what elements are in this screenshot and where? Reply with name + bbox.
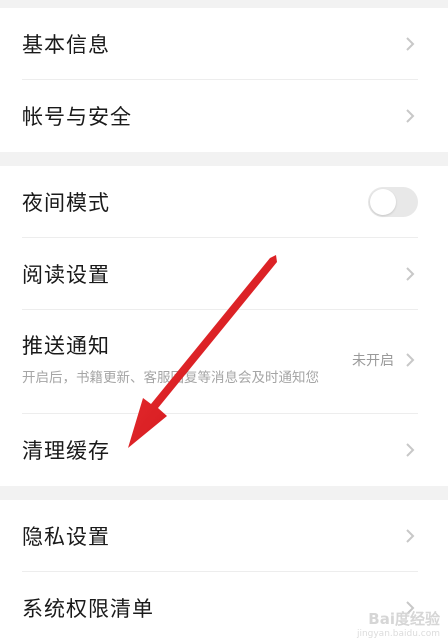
row-label: 阅读设置 xyxy=(22,263,110,287)
night-mode-toggle[interactable] xyxy=(368,187,418,217)
chevron-right-icon xyxy=(402,438,418,462)
chevron-right-icon xyxy=(402,104,418,128)
baidu-jingyan-watermark: Bai度经验 jingyan.baidu.com xyxy=(357,608,440,639)
row-night-mode: 夜间模式 xyxy=(0,166,448,238)
row-label: 夜间模式 xyxy=(22,191,110,215)
row-reading-settings[interactable]: 阅读设置 xyxy=(0,238,448,310)
row-label: 隐私设置 xyxy=(22,525,110,549)
chevron-right-icon xyxy=(402,32,418,56)
row-push-notifications[interactable]: 推送通知 开启后，书籍更新、客服回复等消息会及时通知您 未开启 xyxy=(0,310,448,414)
settings-group-2: 夜间模式 阅读设置 推送通知 开启后，书籍更新、客服回复等消息会及时通知您 未开… xyxy=(0,166,448,486)
watermark-url: jingyan.baidu.com xyxy=(356,629,440,639)
group-gap xyxy=(0,486,448,500)
push-status-value: 未开启 xyxy=(352,353,394,369)
watermark-brand: Bai度经验 xyxy=(368,610,440,628)
chevron-right-icon xyxy=(402,262,418,286)
toggle-knob xyxy=(370,189,396,215)
row-privacy-settings[interactable]: 隐私设置 xyxy=(0,500,448,572)
group-gap xyxy=(0,152,448,166)
chevron-right-icon xyxy=(402,348,418,372)
row-basic-info[interactable]: 基本信息 xyxy=(0,8,448,80)
row-label: 推送通知 xyxy=(22,334,110,358)
row-label: 清理缓存 xyxy=(22,439,110,463)
row-label: 系统权限清单 xyxy=(22,597,154,621)
row-label: 基本信息 xyxy=(22,33,110,57)
row-subtitle: 开启后，书籍更新、客服回复等消息会及时通知您 xyxy=(22,370,319,386)
row-clear-cache[interactable]: 清理缓存 xyxy=(0,414,448,486)
row-label: 帐号与安全 xyxy=(22,105,132,129)
row-account-security[interactable]: 帐号与安全 xyxy=(0,80,448,152)
top-gap xyxy=(0,0,448,8)
settings-group-1: 基本信息 帐号与安全 xyxy=(0,8,448,152)
chevron-right-icon xyxy=(402,524,418,548)
